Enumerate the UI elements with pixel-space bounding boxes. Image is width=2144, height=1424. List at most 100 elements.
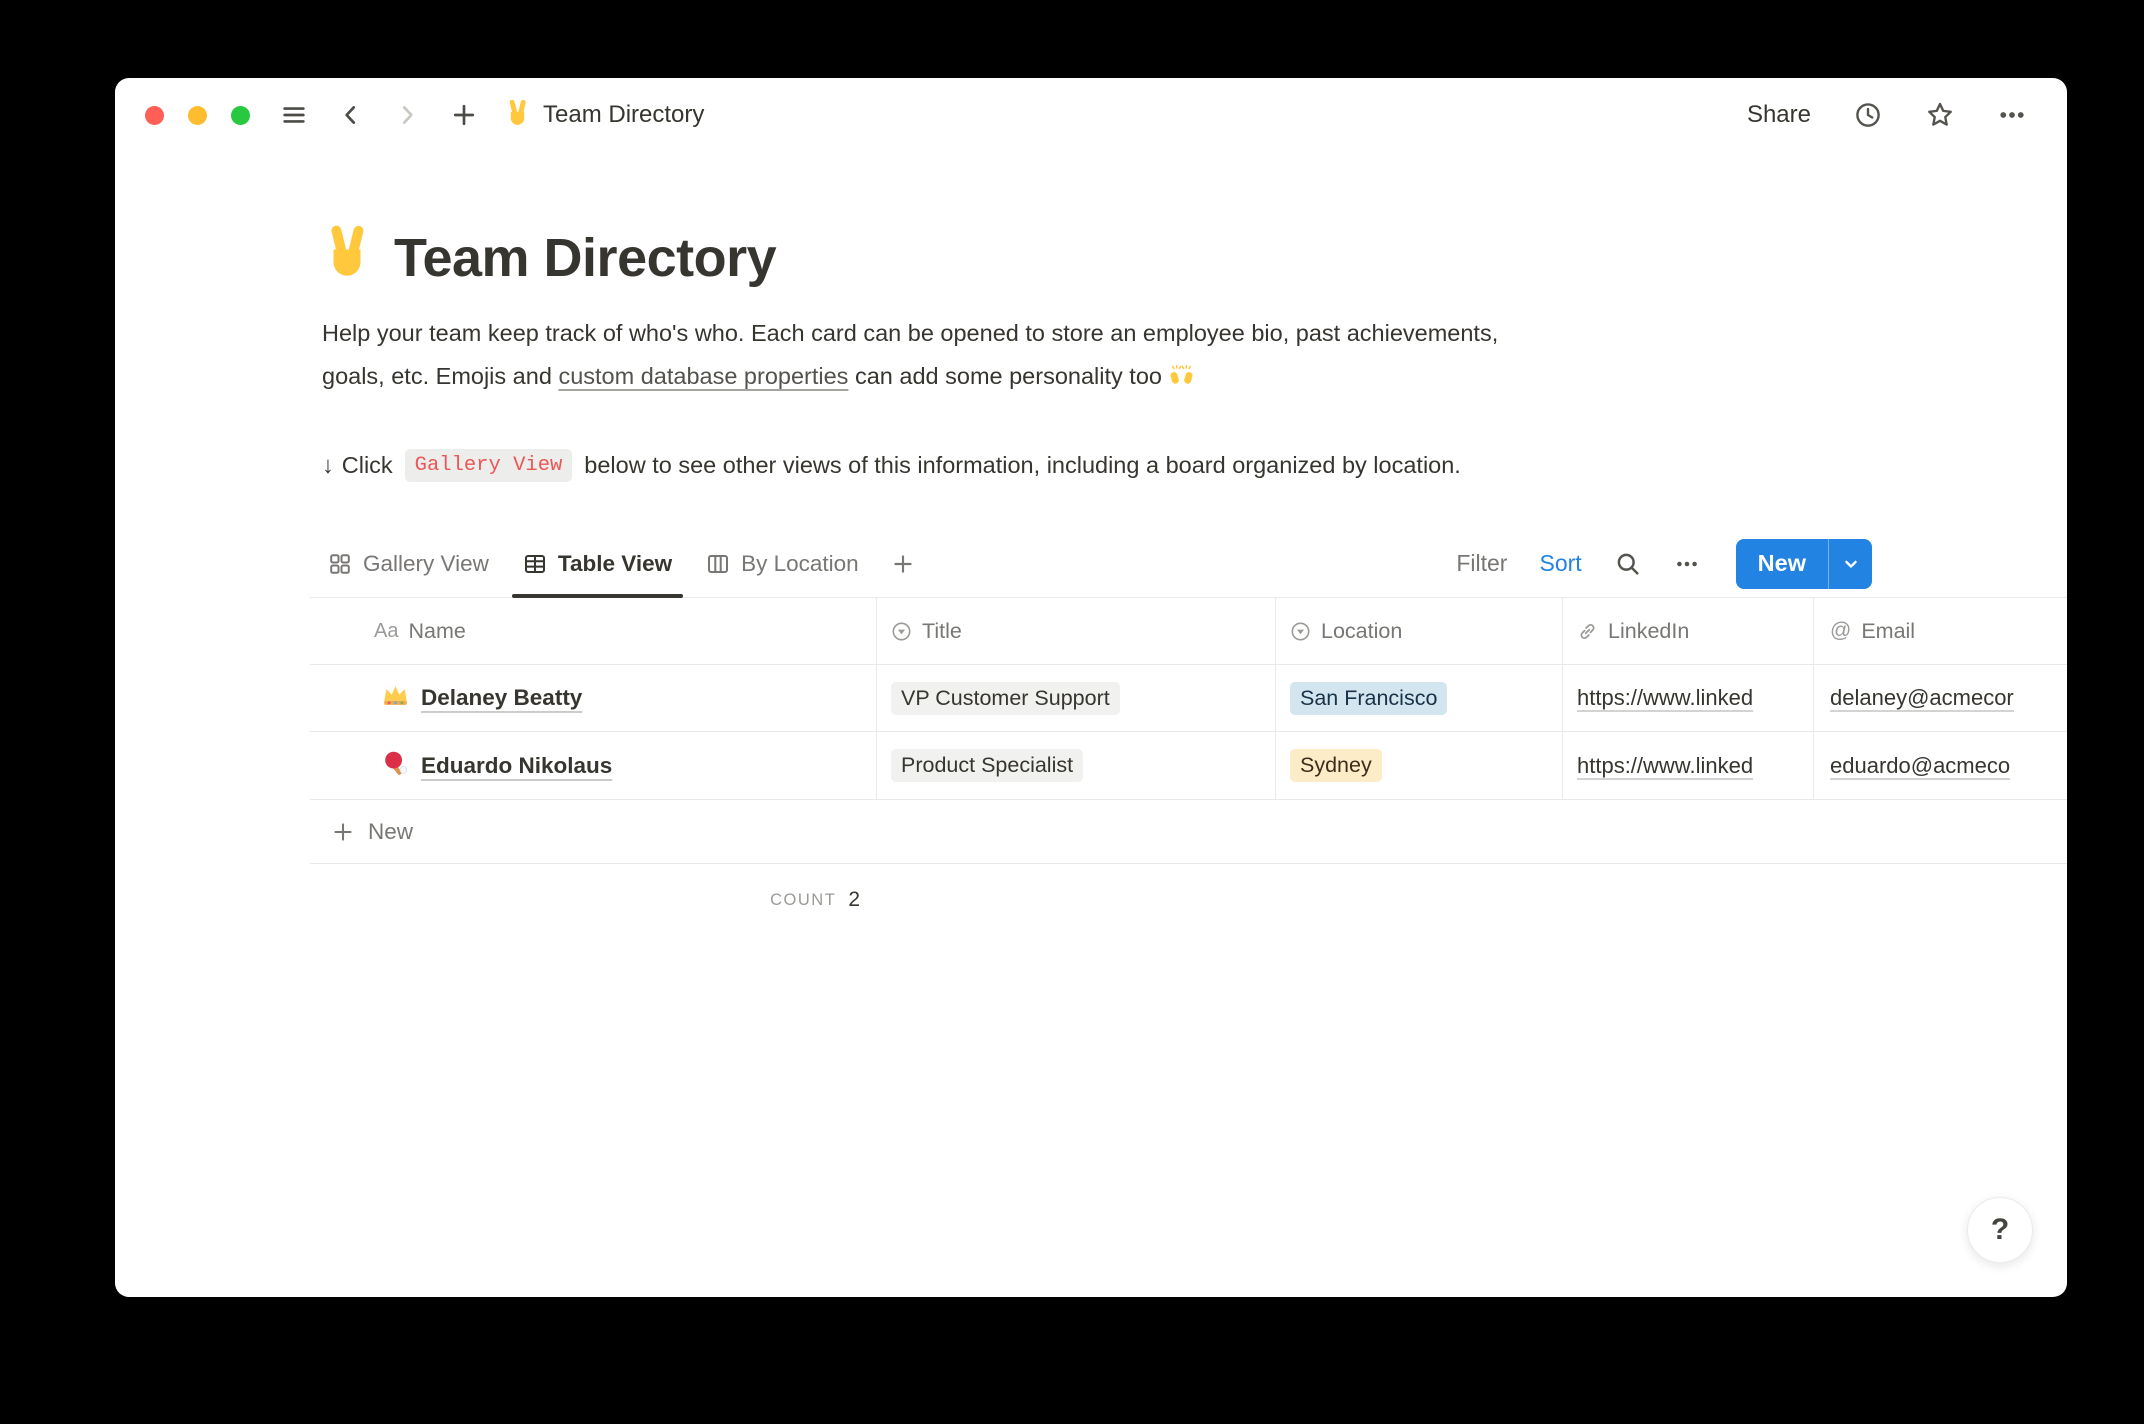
custom-database-properties-link[interactable]: custom database properties (558, 363, 848, 389)
title-tag: Product Specialist (891, 749, 1083, 782)
nav-controls (280, 101, 478, 129)
description-line1: Help your team keep track of who's who. … (322, 320, 1498, 346)
column-label: Location (1321, 619, 1402, 644)
column-header-name[interactable]: Aa Name (310, 598, 877, 664)
select-property-icon (891, 621, 912, 642)
forward-icon[interactable] (394, 102, 420, 128)
database-block: Gallery View Table View By Location (310, 530, 2067, 936)
title-tag: VP Customer Support (891, 682, 1120, 715)
page-title: Team Directory (320, 224, 776, 291)
down-arrow-glyph: ↓ (322, 452, 334, 479)
more-options-icon[interactable] (1997, 100, 2027, 130)
cell-name[interactable]: Delaney Beatty (310, 665, 877, 731)
gallery-view-code-chip: Gallery View (405, 449, 573, 482)
table-header-row: Aa Name Title Location (310, 598, 2067, 665)
new-record-dropdown[interactable] (1828, 539, 1872, 589)
favorite-star-icon[interactable] (1925, 100, 1955, 130)
tab-label: Gallery View (363, 551, 489, 577)
cell-title[interactable]: VP Customer Support (877, 665, 1276, 731)
url-property-icon (1577, 621, 1598, 642)
history-icon[interactable] (1853, 100, 1883, 130)
email-link[interactable]: delaney@acmecor (1830, 685, 2014, 711)
tab-label: By Location (741, 551, 859, 577)
board-view-icon (706, 552, 730, 576)
table-view-icon (523, 552, 547, 576)
sort-button[interactable]: Sort (1539, 550, 1581, 577)
add-view-button[interactable] (876, 551, 930, 577)
email-property-icon: @ (1830, 619, 1851, 643)
table-row: Eduardo Nikolaus Product Specialist Sydn… (310, 732, 2067, 800)
zoom-window-button[interactable] (231, 106, 250, 125)
callout-pre-text: Click (342, 452, 393, 479)
person-page-link[interactable]: Delaney Beatty (421, 685, 582, 711)
cell-name[interactable]: Eduardo Nikolaus (310, 732, 877, 799)
page-title-text: Team Directory (394, 227, 776, 289)
table-footer: COUNT 2 (310, 864, 860, 936)
titlebar-actions: Share (1747, 100, 2027, 130)
cell-email[interactable]: delaney@acmecor (1814, 665, 2067, 731)
filter-button[interactable]: Filter (1456, 550, 1507, 577)
description-line2-pre: goals, etc. Emojis and (322, 363, 558, 389)
column-label: LinkedIn (1608, 619, 1689, 644)
gallery-view-icon (328, 552, 352, 576)
cell-title[interactable]: Product Specialist (877, 732, 1276, 799)
search-icon[interactable] (1614, 550, 1642, 578)
cell-location[interactable]: San Francisco (1276, 665, 1563, 731)
column-header-location[interactable]: Location (1276, 598, 1563, 664)
view-switcher-bar: Gallery View Table View By Location (310, 530, 2067, 598)
column-label: Name (408, 619, 465, 644)
database-toolbar: Filter Sort New (1456, 539, 1872, 589)
minimize-window-button[interactable] (188, 106, 207, 125)
text-property-icon: Aa (374, 620, 398, 643)
tab-label: Table View (558, 551, 672, 577)
crown-emoji (382, 682, 409, 714)
column-label: Title (922, 619, 962, 644)
help-button[interactable]: ? (1967, 1197, 2033, 1263)
tab-by-location[interactable]: By Location (689, 530, 876, 597)
desktop-background: Team Directory Share Team Directory (0, 0, 2144, 1424)
new-row-label: New (368, 819, 413, 845)
page-description: Help your team keep track of who's who. … (322, 312, 1842, 402)
new-record-button[interactable]: New (1736, 539, 1828, 589)
tab-table-view[interactable]: Table View (506, 530, 689, 597)
column-header-linkedin[interactable]: LinkedIn (1563, 598, 1814, 664)
breadcrumb[interactable]: Team Directory (504, 99, 704, 131)
cell-linkedin[interactable]: https://www.linked (1563, 732, 1814, 799)
column-label: Email (1861, 619, 1915, 644)
raising-hands-emoji (1169, 359, 1194, 402)
ping-pong-emoji (382, 750, 409, 782)
close-window-button[interactable] (145, 106, 164, 125)
linkedin-url-link[interactable]: https://www.linked (1577, 753, 1753, 779)
cell-linkedin[interactable]: https://www.linked (1563, 665, 1814, 731)
email-link[interactable]: eduardo@acmeco (1830, 753, 2010, 779)
count-value: 2 (848, 888, 860, 912)
column-header-email[interactable]: @ Email (1814, 598, 2067, 664)
cell-location[interactable]: Sydney (1276, 732, 1563, 799)
count-label[interactable]: COUNT (770, 891, 836, 910)
traffic-lights (145, 106, 250, 125)
more-options-icon[interactable] (1674, 551, 1700, 577)
location-tag: Sydney (1290, 749, 1382, 782)
new-row-button[interactable]: New (310, 800, 2067, 864)
victory-hand-emoji (320, 224, 374, 291)
titlebar: Team Directory Share (115, 78, 2067, 152)
titlebar-doc-title: Team Directory (543, 101, 704, 129)
plus-icon (330, 819, 356, 845)
notion-window: Team Directory Share Team Directory (115, 78, 2067, 1297)
person-page-link[interactable]: Eduardo Nikolaus (421, 753, 612, 779)
sidebar-toggle-icon[interactable] (280, 101, 308, 129)
victory-hand-emoji (504, 99, 531, 131)
callout-line: ↓ Click Gallery View below to see other … (322, 449, 1461, 482)
tab-gallery-view[interactable]: Gallery View (310, 530, 506, 597)
select-property-icon (1290, 621, 1311, 642)
share-button[interactable]: Share (1747, 101, 1811, 129)
location-tag: San Francisco (1290, 682, 1447, 715)
back-icon[interactable] (338, 102, 364, 128)
linkedin-url-link[interactable]: https://www.linked (1577, 685, 1753, 711)
column-header-title[interactable]: Title (877, 598, 1276, 664)
new-record-split-button: New (1736, 539, 1872, 589)
description-line2-post: can add some personality too (848, 363, 1168, 389)
table-row: Delaney Beatty VP Customer Support San F… (310, 665, 2067, 732)
new-tab-icon[interactable] (450, 101, 478, 129)
cell-email[interactable]: eduardo@acmeco (1814, 732, 2067, 799)
